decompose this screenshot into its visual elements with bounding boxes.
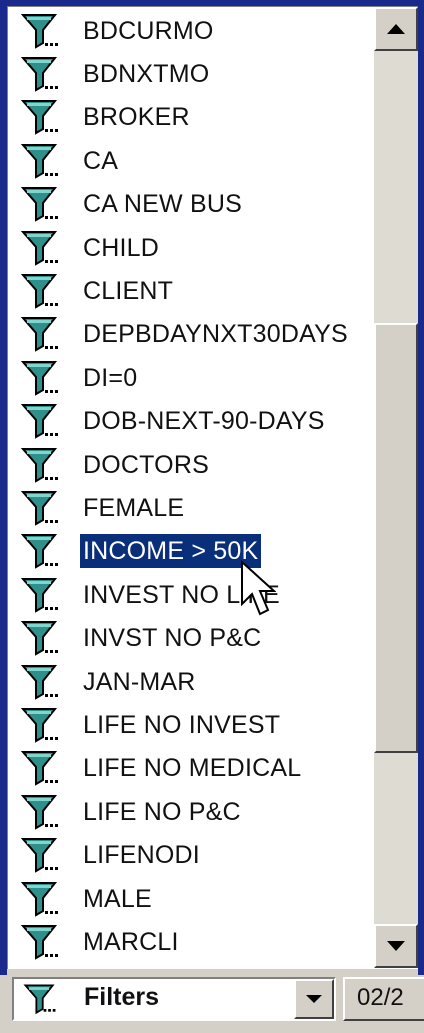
filter-item-label: JAN-MAR (83, 667, 196, 696)
filter-list-item[interactable]: JAN-MAR (8, 660, 374, 703)
filter-list-item[interactable]: LIFE NO MEDICAL (8, 747, 374, 790)
filter-icon (20, 404, 58, 440)
filter-item-label: LIFE NO INVEST (83, 711, 281, 740)
filter-list-item[interactable]: MARCLI (8, 920, 374, 963)
filter-icon (20, 57, 58, 92)
filter-list-item[interactable]: INVEST NO LIFE (8, 573, 374, 616)
window-frame-right (418, 0, 424, 975)
filter-icon (20, 708, 58, 743)
filters-dropdown-list[interactable]: BDCURMO BDNXTMO BROKER CA CA NEW BUS CHILD CLI… (7, 6, 418, 969)
filter-list-item[interactable]: DEPBDAYNXT30DAYS (8, 313, 374, 356)
window-frame-left (0, 0, 7, 975)
filter-list-item[interactable]: CA (8, 139, 374, 182)
filter-icon (20, 751, 58, 787)
filter-item-label: DOCTORS (83, 450, 209, 479)
filter-icon (20, 794, 58, 830)
filter-item-label: INVST NO P&C (83, 624, 262, 653)
filter-icon (20, 621, 58, 657)
filter-item-label: MARCLI (83, 928, 179, 957)
date-field-value: 02/2 (357, 984, 404, 1011)
filter-list-item[interactable]: FEMALE (8, 486, 374, 529)
filter-item-label: BDNXTMO (83, 60, 210, 89)
filters-combo-label: Filters (84, 983, 160, 1011)
filter-list-item[interactable]: LIFE NO INVEST (8, 703, 374, 746)
filter-item-label: LIFE NO P&C (83, 797, 241, 826)
scroll-down-button[interactable] (374, 924, 418, 968)
filter-icon (20, 534, 58, 570)
filter-item-label: LIFENODI (83, 841, 200, 870)
filter-list-item[interactable]: DOCTORS (8, 443, 374, 486)
combo-dropdown-button[interactable] (294, 979, 334, 1019)
arrow-down-icon (387, 941, 405, 951)
filter-icon (20, 925, 58, 960)
mouse-pointer-icon (241, 560, 276, 616)
filter-icon (20, 360, 58, 396)
filter-list-item[interactable]: CA NEW BUS (8, 183, 374, 226)
filter-item-label: CA NEW BUS (83, 190, 242, 219)
filter-item-label: DI=0 (83, 363, 138, 392)
filter-item-label: MALE (83, 884, 152, 913)
filter-icon (20, 143, 58, 179)
filter-list-item[interactable]: DOB-NEXT-90-DAYS (8, 400, 374, 443)
filter-item-label: CA (83, 146, 119, 175)
filter-icon (20, 13, 58, 49)
filter-item-label: BDCURMO (83, 16, 214, 45)
filter-item-label: FEMALE (83, 494, 185, 523)
filter-icon (20, 317, 58, 353)
filter-icon (20, 447, 58, 483)
filter-item-label: CHILD (83, 233, 160, 262)
arrow-up-icon (387, 24, 405, 34)
filter-icon (20, 881, 58, 917)
filter-icon (20, 838, 58, 874)
filter-icon (20, 274, 58, 309)
scroll-up-button[interactable] (374, 7, 418, 51)
chevron-down-icon (306, 995, 322, 1003)
filter-icon (20, 187, 58, 223)
filter-item-label: DOB-NEXT-90-DAYS (83, 407, 325, 436)
filter-list-item[interactable]: BDCURMO (8, 9, 374, 52)
filter-list-item[interactable]: CHILD (8, 226, 374, 269)
scrollbar-thumb[interactable] (374, 323, 418, 753)
filter-item-label: INCOME > 50K (80, 534, 262, 569)
filter-list-item[interactable]: MALE (8, 877, 374, 920)
filter-item-label: BROKER (83, 103, 190, 132)
filter-icon (20, 664, 58, 700)
filter-list-item[interactable]: CLIENT (8, 269, 374, 312)
filter-list-item[interactable]: LIFE NO P&C (8, 790, 374, 833)
filter-list-item[interactable]: DI=0 (8, 356, 374, 399)
filter-list-item[interactable]: LIFENODI (8, 834, 374, 877)
filter-item-label: DEPBDAYNXT30DAYS (83, 320, 348, 349)
filter-list-item[interactable]: BROKER (8, 96, 374, 139)
filter-icon (20, 100, 58, 136)
filter-icon (20, 577, 58, 613)
filter-list-item[interactable]: INVST NO P&C (8, 617, 374, 660)
filters-list-items: BDCURMO BDNXTMO BROKER CA CA NEW BUS CHILD CLI… (8, 7, 374, 968)
date-field[interactable]: 02/2 (343, 977, 424, 1021)
filter-item-label: LIFE NO MEDICAL (83, 754, 302, 783)
filters-combo[interactable]: Filters (12, 977, 336, 1021)
filter-list-item[interactable]: BDNXTMO (8, 52, 374, 95)
filter-list-item[interactable]: INCOME > 50K (8, 530, 374, 573)
filter-item-label: CLIENT (83, 277, 174, 306)
vertical-scrollbar[interactable] (374, 7, 418, 968)
filter-icon (23, 984, 56, 1015)
filter-icon (20, 491, 58, 526)
filter-icon (20, 230, 58, 266)
